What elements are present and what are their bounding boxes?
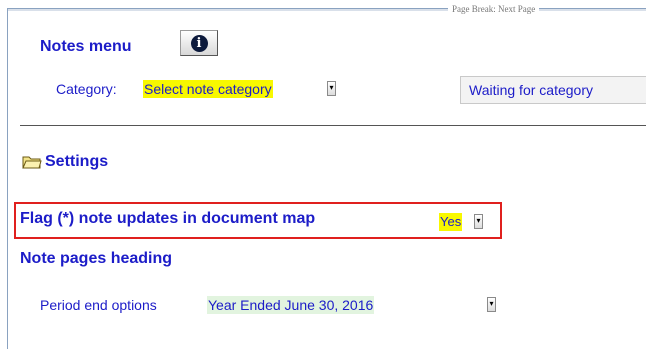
category-dropdown-arrow[interactable]: ▾ [327, 81, 336, 96]
waiting-for-category-button[interactable]: Waiting for category [460, 76, 646, 104]
category-select[interactable]: Select note category [143, 80, 273, 98]
folder-icon[interactable] [22, 154, 42, 170]
period-end-label: Period end options [40, 297, 157, 313]
note-pages-heading: Note pages heading [20, 250, 173, 267]
flag-dropdown-arrow[interactable]: ▾ [474, 214, 483, 229]
info-icon: i [190, 34, 208, 52]
page-break-marker: Page Break: Next Page [448, 4, 540, 14]
flag-note-updates-label: Flag (*) note updates in document map [20, 210, 316, 227]
settings-title[interactable]: Settings [45, 153, 108, 171]
category-label: Category: [56, 81, 117, 97]
info-button[interactable]: i [180, 30, 218, 56]
period-end-select[interactable]: Year Ended June 30, 2016 [207, 296, 375, 314]
notes-menu-title: Notes menu [40, 38, 132, 55]
frame-shadow [8, 9, 646, 11]
period-dropdown-arrow[interactable]: ▾ [487, 297, 496, 312]
section-divider [20, 125, 646, 126]
flag-select[interactable]: Yes [439, 213, 463, 231]
